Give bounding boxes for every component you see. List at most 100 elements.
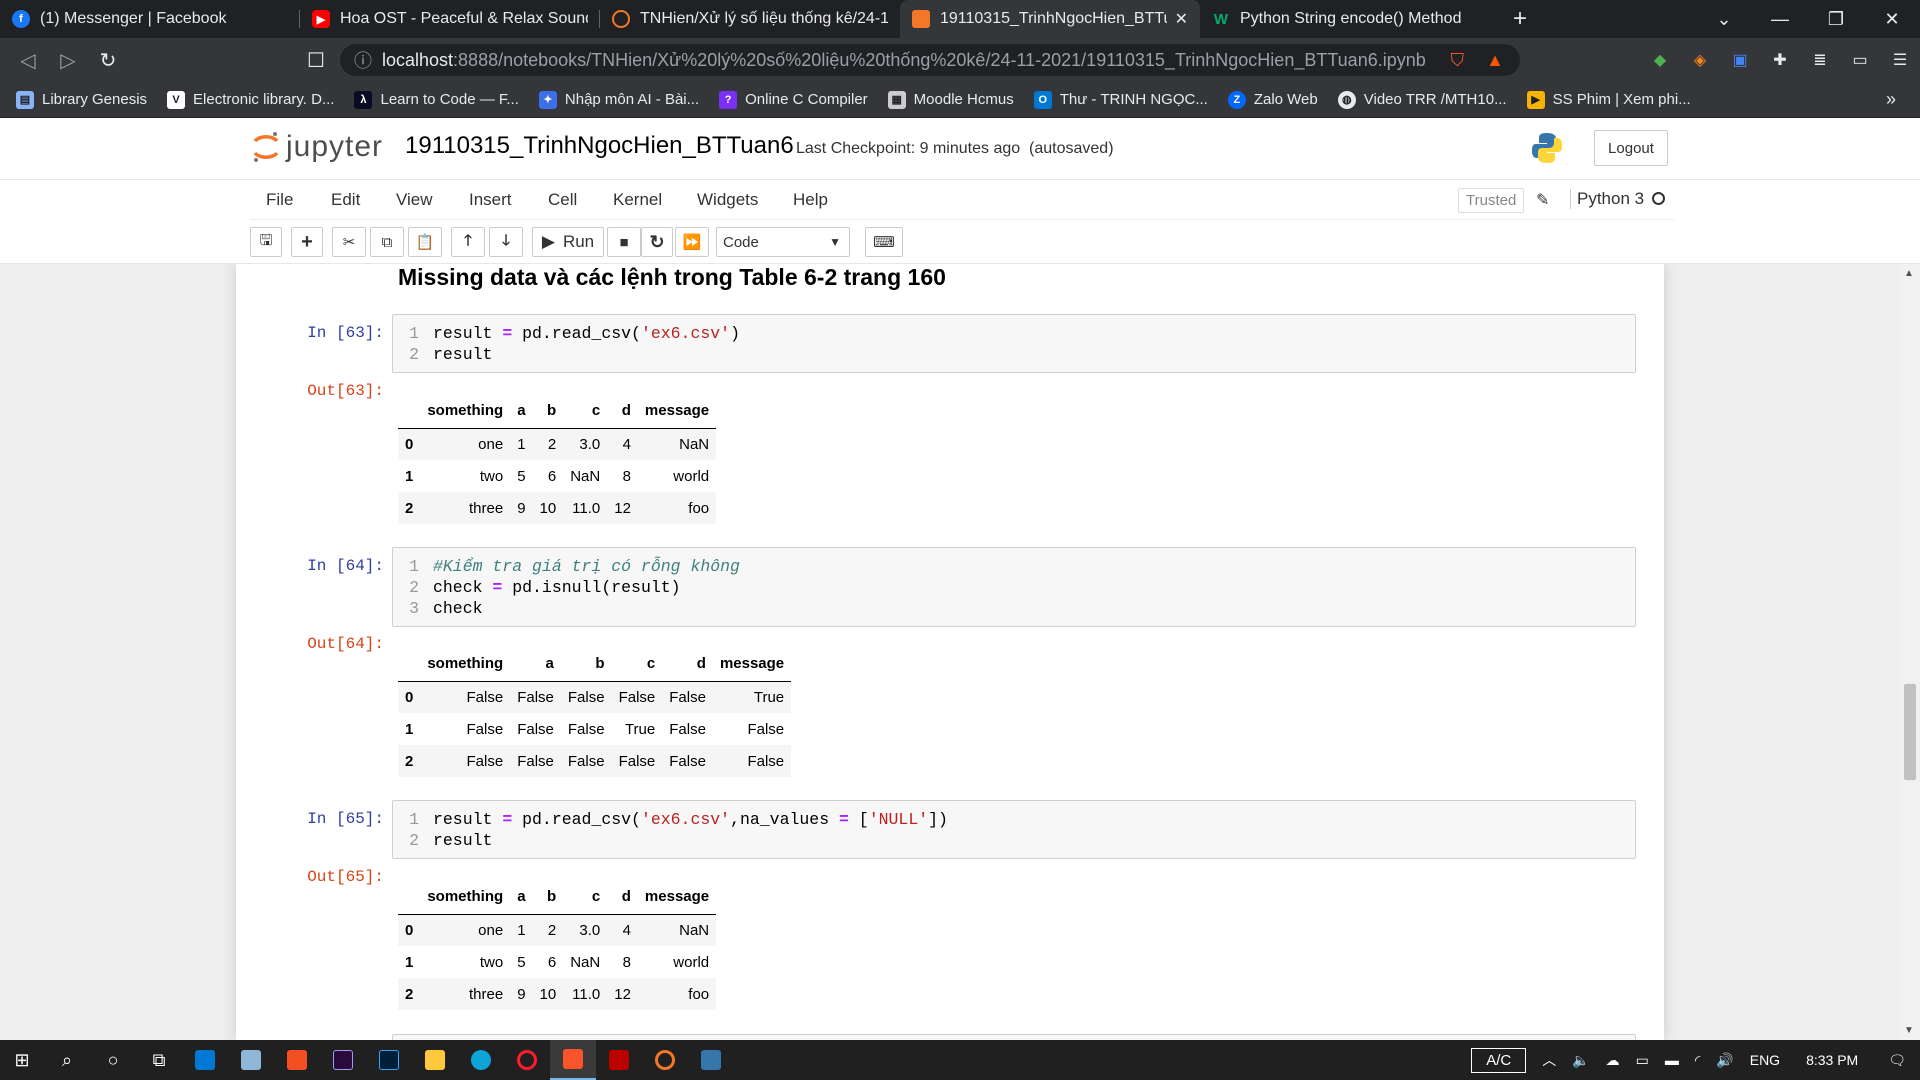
tab-search-icon[interactable]: ⌄ [1696, 9, 1752, 30]
bookmark-item[interactable]: ✦ Nhập môn AI - Bài... [538, 90, 699, 109]
scrollbar-thumb[interactable] [1904, 684, 1916, 780]
brave-shield-icon[interactable]: ⛉ [1451, 50, 1465, 71]
menu-cell[interactable]: Cell [548, 190, 577, 210]
new-tab-button[interactable]: + [1500, 0, 1540, 38]
notification-icon[interactable]: 🗨 [1888, 1052, 1906, 1069]
app-icon[interactable] [228, 1040, 274, 1080]
back-icon[interactable]: ◁ [8, 48, 48, 73]
store-icon[interactable] [274, 1040, 320, 1080]
device-icon[interactable]: ▭ [1636, 1052, 1649, 1069]
scroll-down-icon[interactable]: ▼ [1904, 1025, 1914, 1036]
bookmark-item[interactable]: Z Zalo Web [1227, 90, 1318, 109]
brave-browser-icon[interactable] [550, 1040, 596, 1080]
url-bar[interactable]: ⓘ localhost:8888/notebooks/TNHien/Xử%20l… [340, 44, 1520, 76]
arrow-down-icon: 🡓 [502, 231, 510, 249]
chevron-up-icon[interactable]: ︿ [1542, 1050, 1556, 1070]
menu-kernel[interactable]: Kernel [613, 190, 662, 210]
tab-jupyter-tree[interactable]: TNHien/Xử lý số liệu thống kê/24-11-2 [600, 0, 900, 38]
code-cell-input[interactable]: 1 #Kiểm tra giá trị có rỗng không 2 check … [392, 547, 1636, 627]
task-view-icon[interactable]: ⧉ [136, 1040, 182, 1080]
bookmarks-more-button[interactable]: » [1886, 89, 1896, 110]
tab-messenger[interactable]: f (1) Messenger | Facebook [0, 0, 300, 38]
code-cell-input[interactable]: 1 result = pd.read_csv('ex6.csv',na_value… [392, 800, 1636, 859]
volume-icon[interactable]: 🔈 [1572, 1052, 1589, 1069]
minimize-button[interactable]: — [1752, 9, 1808, 30]
film-icon: ▶ [1526, 90, 1545, 109]
restart-run-all-button[interactable]: ⏩ [675, 227, 709, 257]
windows-start-icon[interactable]: ⊞ [0, 1040, 44, 1080]
info-icon[interactable]: ⓘ [354, 47, 372, 73]
notebook-name[interactable]: 19110315_TrinhNgocHien_BTTuan6 [405, 132, 794, 160]
page-scrollbar[interactable]: ▲ ▼ [1900, 264, 1920, 1040]
close-window-button[interactable]: ✕ [1864, 9, 1920, 30]
menu-file[interactable]: File [266, 190, 293, 210]
kernel-name[interactable]: Python 3 [1570, 189, 1644, 209]
save-button[interactable]: 🖫 [250, 227, 282, 257]
bookmark-item[interactable]: λ Learn to Code — F... [354, 90, 519, 109]
maximize-button[interactable]: ❐ [1808, 9, 1864, 30]
metamask-icon[interactable]: ◈ [1680, 50, 1720, 70]
tab-python-encode[interactable]: W Python String encode() Method [1200, 0, 1500, 38]
search-icon[interactable]: ⌕ [44, 1040, 90, 1080]
move-up-button[interactable]: 🡑 [451, 227, 485, 257]
trusted-indicator[interactable]: Trusted [1458, 188, 1525, 213]
menu-insert[interactable]: Insert [469, 190, 512, 210]
command-palette-button[interactable]: ⌨ [865, 227, 903, 257]
brave-rewards-icon[interactable]: ▲ [1486, 50, 1504, 71]
opera-icon[interactable] [504, 1040, 550, 1080]
menu-widgets[interactable]: Widgets [697, 190, 758, 210]
jupyter-logo[interactable]: jupyter [252, 130, 383, 164]
cell-type-select[interactable]: Code ▼ [716, 227, 850, 257]
logout-button[interactable]: Logout [1594, 130, 1668, 166]
clock[interactable]: 8:33 PM [1806, 1052, 1858, 1068]
bookmark-icon[interactable]: ☐ [296, 48, 336, 73]
restart-button[interactable]: ↻ [641, 227, 673, 257]
wifi-icon[interactable]: ◜ [1695, 1052, 1700, 1069]
onedrive-icon[interactable]: ☁ [1606, 1052, 1620, 1069]
run-button[interactable]: ▶ Run [532, 227, 604, 257]
code-cell-input[interactable]: 1 result = pd.read_csv('ex6.csv') 2 result [392, 314, 1636, 373]
tab-notebook-active[interactable]: 19110315_TrinhNgocHien_BTTuan6 ✕ [900, 0, 1200, 38]
forward-icon[interactable]: ▷ [48, 48, 88, 73]
arrow-up-icon: 🡑 [464, 231, 472, 249]
bookmark-item[interactable]: V Electronic library. D... [167, 90, 334, 109]
wallet-icon[interactable]: ▭ [1840, 50, 1880, 70]
reload-icon[interactable]: ↻ [88, 48, 128, 73]
close-tab-icon[interactable]: ✕ [1175, 9, 1188, 29]
edge-icon[interactable] [458, 1040, 504, 1080]
copy-button[interactable]: ⧉ [370, 227, 404, 257]
scroll-up-icon[interactable]: ▲ [1904, 268, 1914, 279]
file-explorer-icon[interactable] [412, 1040, 458, 1080]
bookmark-item[interactable]: ▦ Moodle Hcmus [887, 90, 1014, 109]
jupyter-app-icon[interactable] [642, 1040, 688, 1080]
extensions-puzzle-icon[interactable]: ✚ [1760, 50, 1800, 70]
battery-icon[interactable]: ▬ [1665, 1052, 1679, 1068]
mail-app-icon[interactable] [182, 1040, 228, 1080]
bookmark-item[interactable]: O Thư - TRINH NGỌC... [1033, 90, 1208, 109]
bookmark-item[interactable]: ▤ Library Genesis [16, 90, 147, 109]
menu-view[interactable]: View [396, 190, 433, 210]
insert-cell-button[interactable]: + [291, 227, 323, 257]
python-app-icon[interactable] [688, 1040, 734, 1080]
translate-icon[interactable]: ▣ [1720, 50, 1760, 70]
cortana-icon[interactable]: ○ [90, 1040, 136, 1080]
paste-button[interactable]: 📋 [408, 227, 442, 257]
app-icon[interactable] [596, 1040, 642, 1080]
photoshop-icon[interactable] [366, 1040, 412, 1080]
bookmark-item[interactable]: ◍ Video TRR /MTH10... [1337, 90, 1507, 109]
language-indicator[interactable]: ENG [1750, 1052, 1780, 1068]
extension-icon[interactable]: ◆ [1640, 50, 1680, 70]
menu-help[interactable]: Help [793, 190, 828, 210]
menu-edit[interactable]: Edit [331, 190, 360, 210]
interrupt-button[interactable]: ■ [607, 227, 641, 257]
speaker-icon[interactable]: 🔊 [1716, 1052, 1733, 1069]
bookmark-item[interactable]: ▶ SS Phim | Xem phi... [1526, 90, 1691, 109]
cut-button[interactable]: ✂ [332, 227, 366, 257]
move-down-button[interactable]: 🡓 [489, 227, 523, 257]
reading-list-icon[interactable]: ≣ [1800, 50, 1840, 70]
premiere-icon[interactable] [320, 1040, 366, 1080]
menu-icon[interactable]: ☰ [1880, 50, 1920, 70]
tab-youtube[interactable]: ▶ Hoa OST - Peaceful & Relax Sound [300, 0, 600, 38]
bookmark-item[interactable]: ? Online C Compiler [719, 90, 868, 109]
ac-indicator[interactable]: A/C [1471, 1047, 1527, 1073]
